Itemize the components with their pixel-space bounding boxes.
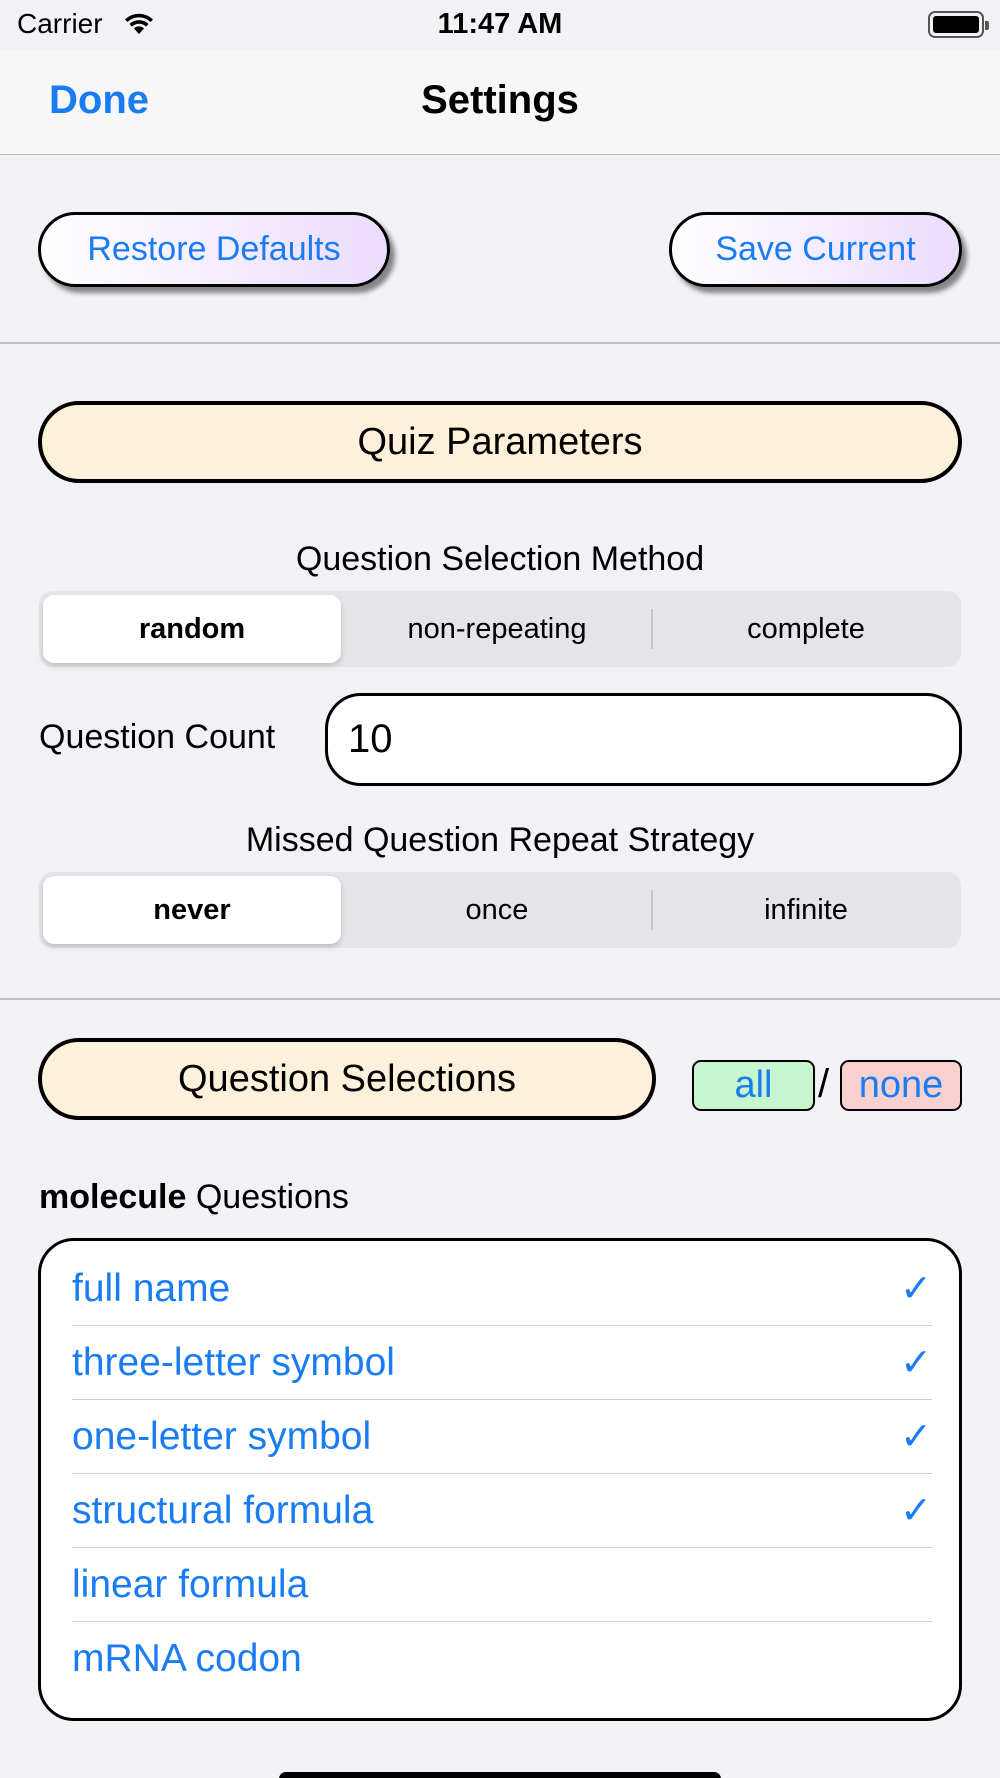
segment-random[interactable]: random xyxy=(43,595,341,663)
list-item-linear-formula[interactable]: linear formula xyxy=(72,1548,932,1622)
restore-defaults-button[interactable]: Restore Defaults xyxy=(38,212,390,287)
status-time: 11:47 AM xyxy=(437,8,563,40)
list-item-label: structural formula xyxy=(72,1488,374,1532)
home-indicator[interactable] xyxy=(279,1772,721,1778)
checkmark-icon: ✓ xyxy=(900,1416,932,1458)
save-current-button[interactable]: Save Current xyxy=(669,212,962,287)
question-count-label: Question Count xyxy=(39,718,276,756)
slash-separator: / xyxy=(818,1062,830,1106)
list-item-full-name[interactable]: full name ✓ xyxy=(72,1252,932,1326)
repeat-strategy-label: Missed Question Repeat Strategy xyxy=(245,821,755,859)
divider xyxy=(0,342,1000,344)
list-item-label: mRNA codon xyxy=(72,1637,302,1680)
segment-infinite[interactable]: infinite xyxy=(655,876,957,944)
segment-once[interactable]: once xyxy=(345,876,649,944)
list-item-label: full name xyxy=(72,1266,231,1310)
selection-method-control: random non-repeating complete xyxy=(39,591,961,667)
list-item-mrna-codon[interactable]: mRNA codon xyxy=(72,1622,932,1696)
question-list: full name ✓ three-letter symbol ✓ one-le… xyxy=(38,1238,962,1721)
list-item-one-letter-symbol[interactable]: one-letter symbol ✓ xyxy=(72,1400,932,1474)
segment-non-repeating[interactable]: non-repeating xyxy=(345,595,649,663)
battery-icon xyxy=(928,11,989,38)
page-title: Settings xyxy=(421,78,579,122)
divider xyxy=(0,998,1000,1000)
list-item-three-letter-symbol[interactable]: three-letter symbol ✓ xyxy=(72,1326,932,1400)
segment-never[interactable]: never xyxy=(43,876,341,944)
list-item-label: one-letter symbol xyxy=(72,1414,372,1458)
question-count-input[interactable]: 10 xyxy=(325,693,962,786)
checkmark-icon: ✓ xyxy=(900,1342,932,1384)
checkmark-icon: ✓ xyxy=(900,1268,932,1310)
segment-separator xyxy=(651,609,653,649)
segment-separator xyxy=(651,890,653,930)
list-item-structural-formula[interactable]: structural formula ✓ xyxy=(72,1474,932,1548)
quiz-parameters-header: Quiz Parameters xyxy=(38,401,962,483)
list-item-label: three-letter symbol xyxy=(72,1340,395,1384)
segment-complete[interactable]: complete xyxy=(655,595,957,663)
list-item-label: linear formula xyxy=(72,1562,309,1606)
group-suffix: Questions xyxy=(186,1178,349,1216)
select-all-button[interactable]: all xyxy=(692,1060,815,1111)
selection-method-label: Question Selection Method xyxy=(295,540,705,578)
group-name: molecule xyxy=(39,1178,187,1216)
group-label: molecule Questions xyxy=(39,1178,349,1217)
checkmark-icon: ✓ xyxy=(900,1490,932,1532)
select-none-button[interactable]: none xyxy=(840,1060,962,1111)
question-selections-header: Question Selections xyxy=(38,1038,656,1120)
repeat-strategy-control: never once infinite xyxy=(39,872,961,948)
